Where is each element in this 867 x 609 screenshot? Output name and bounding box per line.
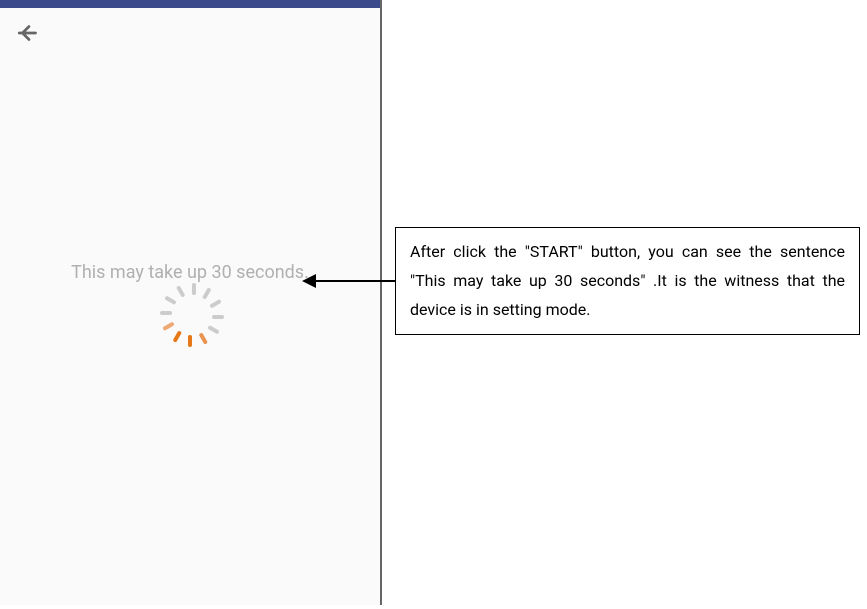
annotation-arrow-head-icon [302,274,316,288]
back-button[interactable] [16,20,42,50]
back-arrow-icon [16,20,42,46]
content-area: This may take up 30 seconds. [0,62,380,609]
loading-spinner-icon [168,303,212,347]
annotation-text: After click the "START" button, you can … [410,238,845,324]
annotation-arrow-line [310,280,395,282]
phone-screen: This may take up 30 seconds. [0,0,382,605]
app-header [0,8,380,62]
annotation-callout: After click the "START" button, you can … [395,227,860,335]
status-bar [0,0,380,8]
loading-message: This may take up 30 seconds. [71,262,309,283]
